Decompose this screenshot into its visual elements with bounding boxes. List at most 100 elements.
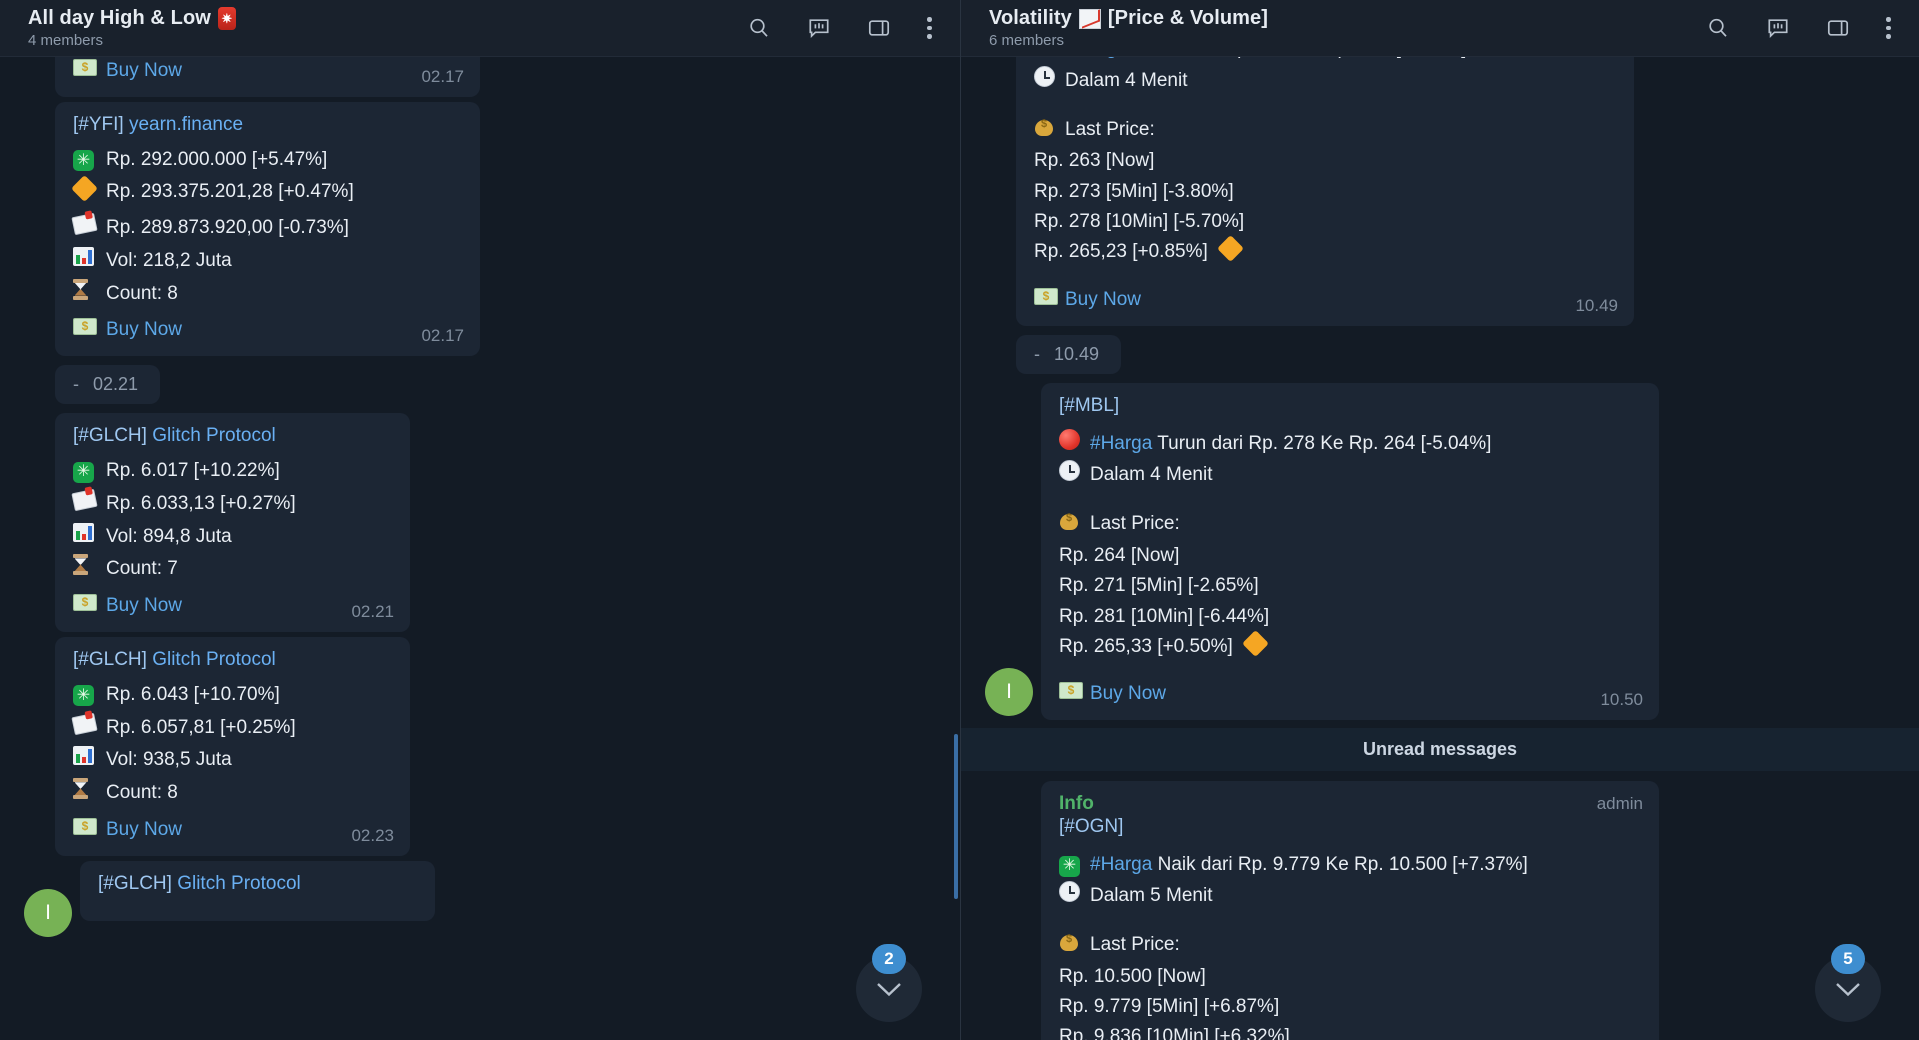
buy-now-line[interactable]: Buy Now <box>73 815 394 846</box>
red-circle-icon <box>1059 428 1082 461</box>
ticker-symbol[interactable]: [#MBL] <box>1059 395 1119 416</box>
chat-workspace: All day High & Low 4 members <box>0 0 1919 1040</box>
scroll-to-bottom-button-right[interactable]: 5 <box>1815 944 1881 1022</box>
bar-chart-icon <box>73 745 96 776</box>
date-separator[interactable]: - 10.49 <box>1016 334 1122 374</box>
message-bubble-ogn[interactable]: Info admin [#OGN] ✳ #Harga Naik dari Rp.… <box>1041 781 1659 1040</box>
page-title-right: Volatility [Price & Volume] <box>989 7 1706 30</box>
message-row: [#YFI] yearn.finance ✳ Rp. 292.000.000 [… <box>0 101 960 357</box>
green-star-icon: ✳ <box>1059 850 1082 881</box>
sidebar-toggle-icon[interactable] <box>867 16 891 40</box>
money-icon <box>73 815 97 846</box>
ticker-name: yearn.finance <box>128 113 244 135</box>
chat-panel-all-day-high-low: All day High & Low 4 members <box>0 0 960 1040</box>
last-price-label: Last Price: <box>1065 118 1155 140</box>
ticker-symbol[interactable]: [#GLCH] <box>73 649 147 670</box>
buy-now-link[interactable]: Buy Now <box>1090 679 1166 710</box>
buy-now-link[interactable]: Buy Now <box>1065 285 1141 316</box>
count-line: Count: 8 <box>73 778 394 810</box>
memo-icon <box>71 712 98 744</box>
pinned-messages-icon[interactable] <box>807 16 831 40</box>
chat-title-right: Volatility <box>989 7 1072 29</box>
page-title-left: All day High & Low <box>28 7 747 30</box>
ticker-symbol[interactable]: [#OGN] <box>1059 816 1123 837</box>
message-list-right[interactable]: #Harga Turun dari Rp. 278 Ke Rp. 263 [-5… <box>961 57 1919 1040</box>
red-circle-icon <box>1034 57 1057 66</box>
volume-line: Vol: 894,8 Juta <box>73 522 394 553</box>
message-bubble-glch-2[interactable]: [#GLCH] Glitch Protocol ✳ Rp. 6.043 [+10… <box>55 636 410 856</box>
message-bubble-partial-bottom[interactable]: [#GLCH] Glitch Protocol <box>80 860 435 921</box>
buy-now-link[interactable]: Buy Now <box>106 57 182 87</box>
duration-line: Dalam 4 Menit <box>1059 460 1643 492</box>
date-separator[interactable]: - 02.21 <box>55 365 161 405</box>
message-bubble-partial[interactable]: Buy Now 02.17 <box>55 57 480 97</box>
orange-diamond-icon <box>1217 235 1244 263</box>
price-row: Rp. 278 [10Min] [-5.70%] <box>1034 211 1245 233</box>
sender-header: Info admin <box>1059 793 1643 815</box>
clock-icon <box>1059 881 1082 913</box>
price-value: Rp. 6.017 [+10.22%] <box>106 460 280 482</box>
header-text-left: All day High & Low 4 members <box>28 7 747 49</box>
price-line: ✳ Rp. 6.043 [+10.70%] <box>73 680 394 711</box>
chart-increasing-icon <box>1078 8 1101 29</box>
scrollbar-left[interactable] <box>954 114 958 1040</box>
message-bubble-mbl[interactable]: [#MBL] #Harga Turun dari Rp. 278 Ke Rp. … <box>1041 382 1659 721</box>
price-line: Rp. 6.057,81 [+0.25%] <box>71 712 394 744</box>
message-bubble-alert-partial[interactable]: #Harga Turun dari Rp. 278 Ke Rp. 263 [-5… <box>1016 57 1634 326</box>
unread-messages-divider: Unread messages <box>961 728 1919 772</box>
duration-text: Dalam 4 Menit <box>1090 464 1213 486</box>
avatar[interactable]: I <box>985 668 1033 717</box>
orange-diamond-icon <box>1242 630 1269 658</box>
message-bubble-glch-1[interactable]: [#GLCH] Glitch Protocol ✳ Rp. 6.017 [+10… <box>55 413 410 632</box>
green-star-icon: ✳ <box>73 680 96 711</box>
volume-value: Vol: 894,8 Juta <box>106 525 232 547</box>
pinned-messages-icon[interactable] <box>1766 16 1790 40</box>
search-icon[interactable] <box>747 16 771 40</box>
buy-now-link[interactable]: Buy Now <box>106 591 182 622</box>
buy-now-link[interactable]: Buy Now <box>106 815 182 846</box>
buy-now-line[interactable]: Buy Now <box>1059 679 1643 710</box>
scroll-to-bottom-button-left[interactable]: 2 <box>856 944 922 1022</box>
last-price-label-line: Last Price: <box>1059 509 1643 541</box>
search-icon[interactable] <box>1706 16 1730 40</box>
buy-now-line[interactable]: Buy Now <box>73 315 464 346</box>
message-bubble-yfi[interactable]: [#YFI] yearn.finance ✳ Rp. 292.000.000 [… <box>55 101 480 357</box>
panel-header-left: All day High & Low 4 members <box>0 0 960 57</box>
ticker-name: Glitch Protocol <box>152 425 276 447</box>
ticker-symbol[interactable]: [#YFI] <box>73 114 124 135</box>
header-actions-right <box>1706 16 1891 40</box>
hashtag-harga[interactable]: #Harga <box>1090 854 1152 875</box>
more-options-icon[interactable] <box>1886 17 1891 39</box>
clock-icon <box>1034 65 1057 98</box>
ticker-symbol[interactable]: [#GLCH] <box>73 425 147 446</box>
ticker-header: [#GLCH] Glitch Protocol <box>73 425 394 447</box>
alert-body: #Harga Turun dari Rp. 278 Ke Rp. 263 [-5… <box>1034 57 1618 316</box>
buy-now-link[interactable]: Buy Now <box>106 315 182 346</box>
sender-name[interactable]: Info <box>1059 793 1094 815</box>
hashtag-harga[interactable]: #Harga <box>1090 433 1152 454</box>
avatar[interactable]: I <box>24 888 72 937</box>
sidebar-toggle-icon[interactable] <box>1826 16 1850 40</box>
hourglass-icon <box>73 554 96 586</box>
message-list-left[interactable]: Buy Now 02.17 [#YFI] yearn.finance ✳ Rp.… <box>0 57 960 1040</box>
buy-now-line[interactable]: Buy Now <box>73 57 464 87</box>
price-text: Rp. 265,33 [+0.50%] <box>1059 636 1233 658</box>
bar-chart-icon <box>73 246 96 277</box>
headline-line: ✳ #Harga Naik dari Rp. 9.779 Ke Rp. 10.5… <box>1059 850 1643 881</box>
price-row: Rp. 263 [Now] <box>1034 150 1155 172</box>
price-row: Rp. 10.500 [Now] <box>1059 965 1206 987</box>
price-line: ✳ Rp. 292.000.000 [+5.47%] <box>73 145 464 176</box>
ticker-header: [#GLCH] Glitch Protocol <box>98 873 419 895</box>
scrollbar-thumb[interactable] <box>954 734 958 899</box>
ticker-name: Glitch Protocol <box>152 648 276 670</box>
ticker-symbol[interactable]: [#GLCH] <box>98 873 172 894</box>
more-options-icon[interactable] <box>927 17 932 39</box>
buy-now-line[interactable]: Buy Now <box>1034 285 1618 316</box>
buy-now-line[interactable]: Buy Now <box>73 591 394 622</box>
price-line: Rp. 293.375.201,28 [+0.47%] <box>71 175 464 211</box>
memo-icon <box>71 212 98 244</box>
hashtag-harga[interactable]: #Harga <box>1065 57 1127 59</box>
price-row: Rp. 264 [Now] <box>1059 544 1180 566</box>
duration-line: Dalam 4 Menit <box>1034 65 1618 98</box>
